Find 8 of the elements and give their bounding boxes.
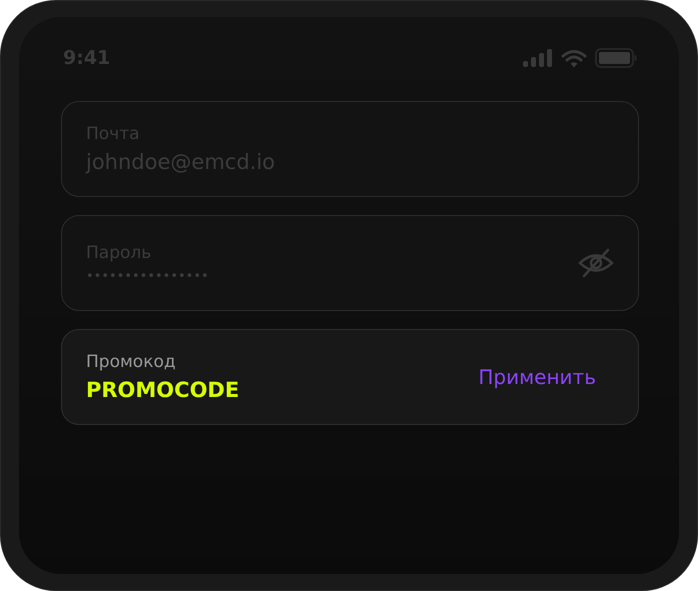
wifi-icon: [561, 48, 587, 68]
signal-icon: [523, 49, 553, 67]
apply-button[interactable]: Применить: [478, 365, 614, 389]
field-value: PROMOCODE: [86, 378, 240, 402]
field-value: ••••••••••••••••: [86, 268, 210, 284]
battery-icon: [595, 48, 637, 68]
field-label: Промокод: [86, 352, 177, 372]
promo-field[interactable]: Промокод PROMOCODE Применить: [61, 329, 639, 425]
